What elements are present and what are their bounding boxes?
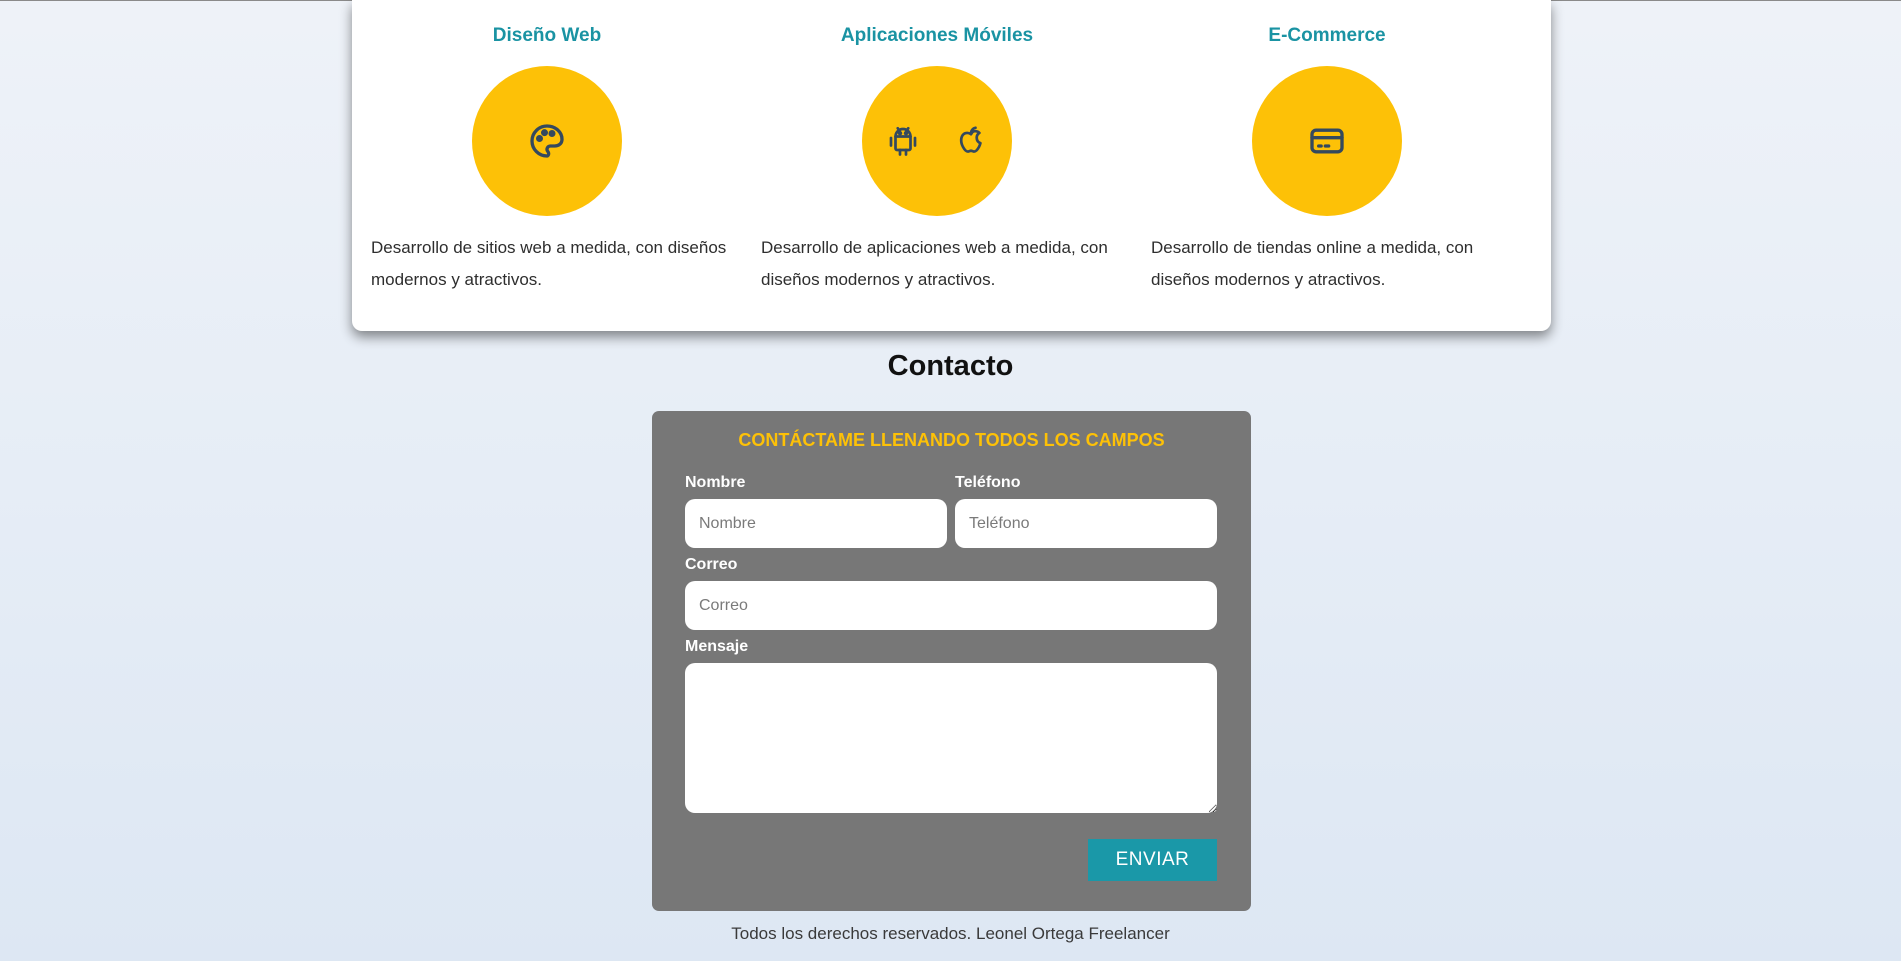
contact-title: Contacto [887,350,1014,382]
service-description: Desarrollo de aplicaciones web a medida,… [761,238,1108,289]
service-title: E-Commerce [1268,25,1386,46]
service-title: Diseño Web [492,25,602,46]
android-icon [885,121,921,161]
correo-label: Correo [685,556,738,573]
apple-icon [953,121,989,161]
service-description: Desarrollo de tiendas online a medida, c… [1151,238,1474,289]
mensaje-label: Mensaje [685,638,749,655]
telefono-label: Teléfono [955,474,1021,491]
correo-input[interactable] [685,581,1217,630]
telefono-input[interactable] [955,499,1217,548]
service-title: Aplicaciones Móviles [840,25,1034,46]
footer-text: Todos los derechos reservados. Leonel Or… [731,924,1170,943]
contact-form: CONTÁCTAME LLENANDO TODOS LOS CAMPOS Nom… [652,411,1251,911]
palette-icon [527,121,567,161]
mensaje-textarea[interactable] [685,663,1217,813]
send-button[interactable]: ENVIAR [1088,839,1217,881]
nombre-input[interactable] [685,499,947,548]
credit-card-icon [1307,121,1347,161]
form-heading: CONTÁCTAME LLENANDO TODOS LOS CAMPOS [738,430,1165,450]
nombre-label: Nombre [685,474,746,491]
service-icon-circle [1252,66,1402,216]
service-icon-circle [472,66,622,216]
services-card: Diseño Web Desarrollo de sitios web a me… [352,0,1551,331]
service-icon-circle [862,66,1012,216]
service-description: Desarrollo de sitios web a medida, con d… [371,238,727,289]
